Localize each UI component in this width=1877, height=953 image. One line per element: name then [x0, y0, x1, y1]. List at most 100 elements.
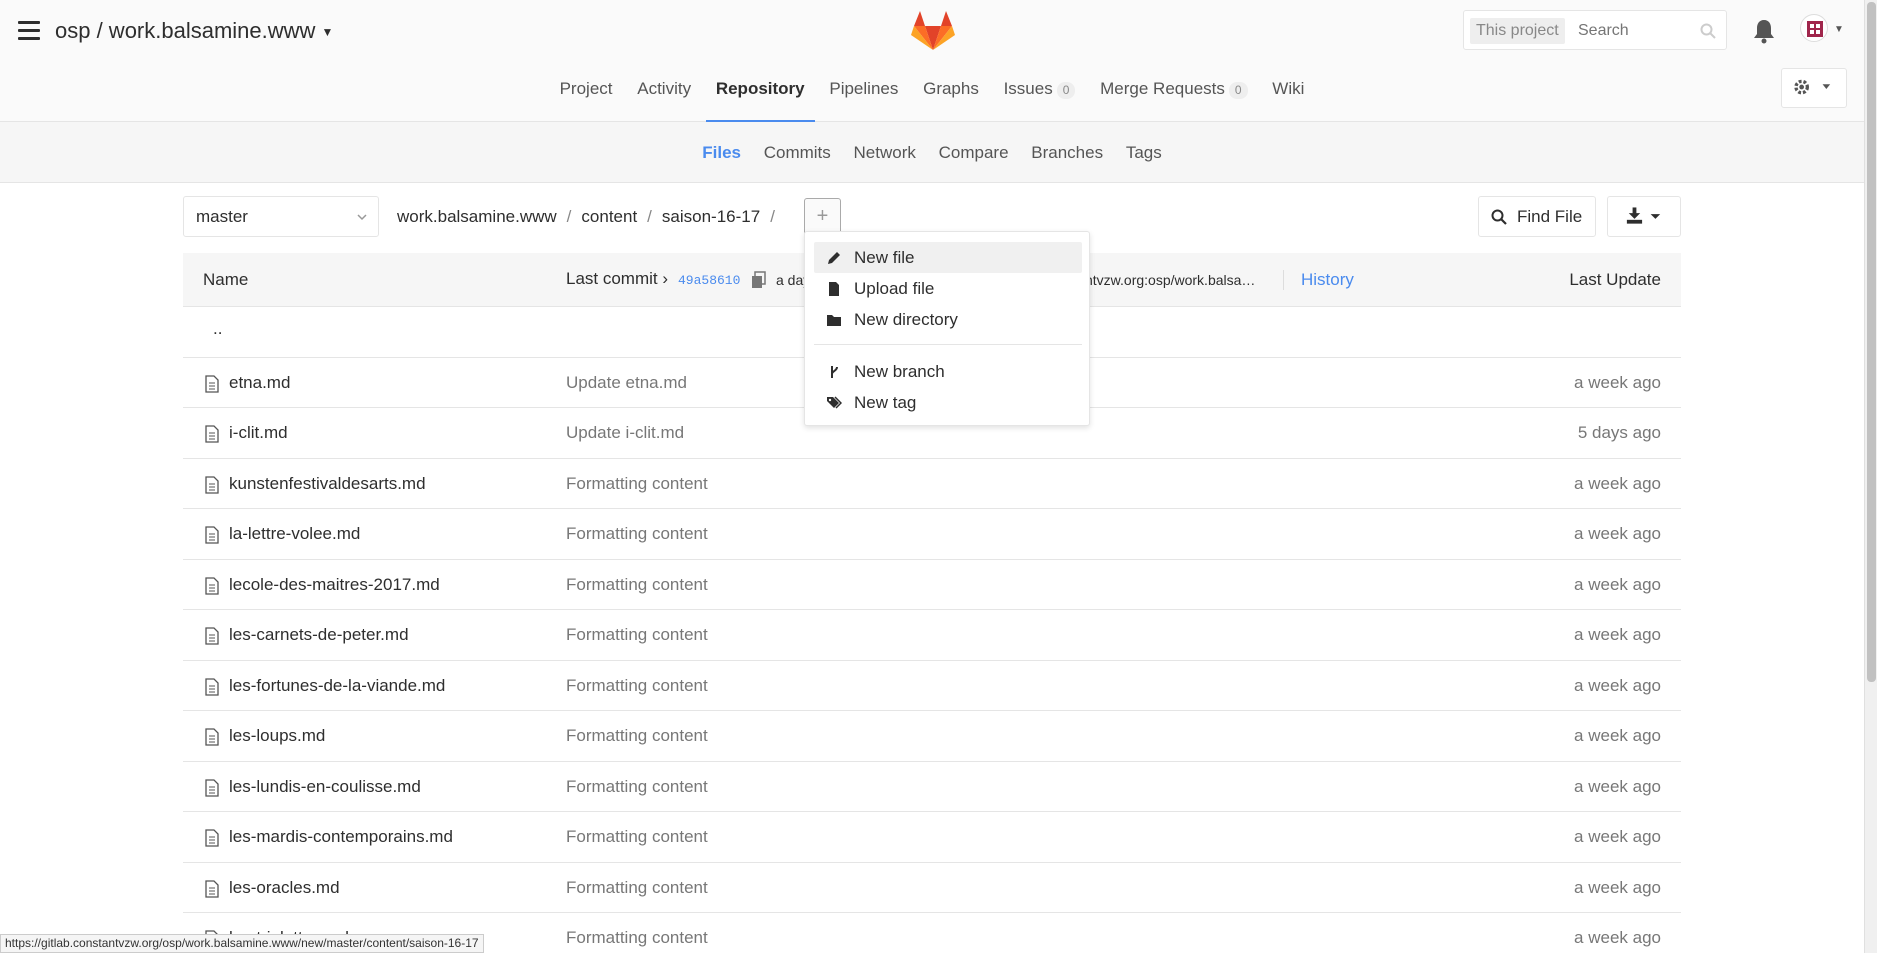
clipboard-icon[interactable] — [751, 271, 767, 289]
last-update-date: a week ago — [1574, 524, 1661, 543]
subtab-network[interactable]: Network — [845, 122, 925, 183]
table-row[interactable]: lecole-des-maitres-2017.md Formatting con… — [183, 560, 1681, 610]
table-row[interactable]: les-loups.md Formatting content a week ago — [183, 711, 1681, 762]
commit-message-link[interactable]: Formatting content — [566, 928, 708, 948]
file-text-icon — [205, 829, 219, 847]
menu-item-upload-file[interactable]: Upload file — [814, 273, 1082, 304]
file-name-link[interactable]: les-oracles.md — [229, 878, 340, 898]
commit-message-link[interactable]: Formatting content — [566, 625, 708, 645]
breadcrumb-separator: / — [647, 207, 652, 226]
subtab-tags[interactable]: Tags — [1117, 122, 1171, 183]
add-to-tree-button[interactable]: + — [804, 198, 841, 235]
commit-message-link[interactable]: Formatting content — [566, 726, 708, 746]
header-last-commit: Last commit › — [566, 269, 669, 288]
file-name-link[interactable]: la-lettre-volee.md — [229, 524, 360, 544]
search-box[interactable]: This project — [1463, 10, 1727, 50]
breadcrumb-content[interactable]: content — [581, 207, 637, 226]
parent-directory-link[interactable]: .. — [213, 319, 222, 339]
menu-item-new-branch[interactable]: New branch — [814, 356, 1082, 387]
commit-message-link[interactable]: Formatting content — [566, 524, 708, 544]
file-icon — [829, 282, 839, 296]
commit-message-link[interactable]: Formatting content — [566, 474, 708, 494]
last-update-date: a week ago — [1574, 928, 1661, 947]
commit-message-link[interactable]: Update etna.md — [566, 373, 687, 393]
last-update-date: a week ago — [1574, 473, 1661, 493]
chevron-down-icon: ▼ — [321, 25, 334, 40]
subtab-files[interactable]: Files — [693, 122, 750, 183]
find-file-button[interactable]: Find File — [1478, 196, 1596, 237]
last-update-date: a week ago — [1574, 675, 1661, 695]
menu-item-new-file[interactable]: New file — [814, 242, 1082, 273]
file-name-link[interactable]: etna.md — [229, 373, 290, 393]
commit-message-link[interactable]: Formatting content — [566, 676, 708, 696]
breadcrumb-separator: / — [566, 207, 572, 226]
main-nav: Project Activity Repository Pipelines Gr… — [0, 78, 1864, 122]
header-last-commit-label: Last commit — [566, 269, 658, 288]
file-name-link[interactable]: les-loups.md — [229, 726, 325, 746]
add-dropdown-menu: New file Upload file New directory New b… — [804, 231, 1090, 426]
table-row[interactable]: la-lettre-volee.md Formatting content a we… — [183, 509, 1681, 560]
table-row[interactable]: les-lundis-en-coulisse.md Formatting cont… — [183, 762, 1681, 812]
browser-status-bar: https://gitlab.constantvzw.org/osp/work.… — [0, 934, 484, 953]
menu-item-new-directory[interactable]: New directory — [814, 304, 1082, 335]
hamburger-menu-icon[interactable] — [18, 21, 40, 41]
avatar[interactable] — [1800, 14, 1828, 42]
tab-merge-requests[interactable]: Merge Requests 0 — [1090, 78, 1257, 122]
search-icon — [1491, 209, 1507, 225]
commit-author[interactable]: ntvzw.org:osp/work.balsa… — [1085, 272, 1255, 288]
file-name-link[interactable]: lecole-des-maitres-2017.md — [229, 575, 440, 595]
tab-issues-label: Issues — [1003, 79, 1053, 98]
commit-message-link[interactable]: Formatting content — [566, 827, 708, 847]
branch-select-value: master — [196, 207, 248, 226]
tab-project[interactable]: Project — [550, 78, 623, 122]
search-input[interactable] — [1578, 18, 1698, 44]
file-name-link[interactable]: les-mardis-contemporains.md — [229, 827, 453, 847]
gitlab-logo-icon[interactable] — [910, 8, 956, 52]
table-row[interactable]: les-mardis-contemporains.md Formatting co… — [183, 812, 1681, 863]
file-text-icon — [205, 677, 219, 696]
table-row[interactable]: kunstenfestivaldesarts.md Formatting cont… — [183, 459, 1681, 509]
history-link[interactable]: History — [1283, 270, 1354, 290]
commit-message-link[interactable]: Formatting content — [566, 878, 708, 898]
branch-icon — [831, 366, 838, 378]
file-name-link[interactable]: les-fortunes-de-la-viande.md — [229, 676, 445, 696]
tab-pipelines[interactable]: Pipelines — [819, 78, 908, 122]
commit-message-link[interactable]: Formatting content — [566, 575, 708, 595]
user-avatar-icon — [1807, 21, 1823, 37]
tab-issues[interactable]: Issues 0 — [994, 78, 1086, 122]
commit-message-link[interactable]: Formatting content — [566, 777, 708, 797]
file-name-link[interactable]: i-clit.md — [229, 423, 288, 443]
file-name-link[interactable]: kunstenfestivaldesarts.md — [229, 474, 426, 494]
folder-icon — [827, 315, 841, 326]
subtab-commits[interactable]: Commits — [755, 122, 840, 183]
page-scrollbar[interactable] — [1864, 0, 1877, 953]
table-row[interactable]: les-fortunes-de-la-viande.md Formatting c… — [183, 661, 1681, 711]
last-update-date: a week ago — [1574, 776, 1661, 796]
commit-message-link[interactable]: Update i-clit.md — [566, 423, 684, 443]
avatar-chevron-down-icon[interactable]: ▼ — [1834, 24, 1844, 35]
subtab-compare[interactable]: Compare — [930, 122, 1018, 183]
file-name-link[interactable]: les-lundis-en-coulisse.md — [229, 777, 421, 797]
menu-divider — [814, 344, 1082, 345]
scrollbar-thumb[interactable] — [1867, 2, 1876, 682]
bell-icon[interactable] — [1752, 18, 1776, 44]
table-row[interactable]: les-oracles.md Formatting content a week a… — [183, 863, 1681, 913]
project-settings-button[interactable] — [1781, 68, 1847, 108]
branch-select[interactable]: master — [183, 196, 379, 237]
tab-activity[interactable]: Activity — [627, 78, 701, 122]
breadcrumb-repo[interactable]: work.balsamine.www — [397, 207, 557, 226]
file-text-icon — [205, 778, 219, 797]
tab-wiki[interactable]: Wiki — [1262, 78, 1314, 122]
search-scope-badge[interactable]: This project — [1470, 18, 1565, 44]
tab-graphs[interactable]: Graphs — [913, 78, 989, 122]
download-button[interactable] — [1607, 196, 1681, 237]
file-name-link[interactable]: les-carnets-de-peter.md — [229, 625, 409, 645]
project-title[interactable]: osp / work.balsamine.www ▼ — [55, 18, 333, 44]
breadcrumb-saison[interactable]: saison-16-17 — [662, 207, 760, 226]
menu-item-new-tag[interactable]: New tag — [814, 387, 1082, 418]
table-row[interactable]: les-carnets-de-peter.md Formatting conten… — [183, 610, 1681, 661]
menu-item-label: New tag — [854, 393, 917, 412]
subtab-branches[interactable]: Branches — [1022, 122, 1112, 183]
commit-sha-link[interactable]: 49a58610 — [678, 273, 740, 288]
tab-repository[interactable]: Repository — [705, 78, 815, 122]
